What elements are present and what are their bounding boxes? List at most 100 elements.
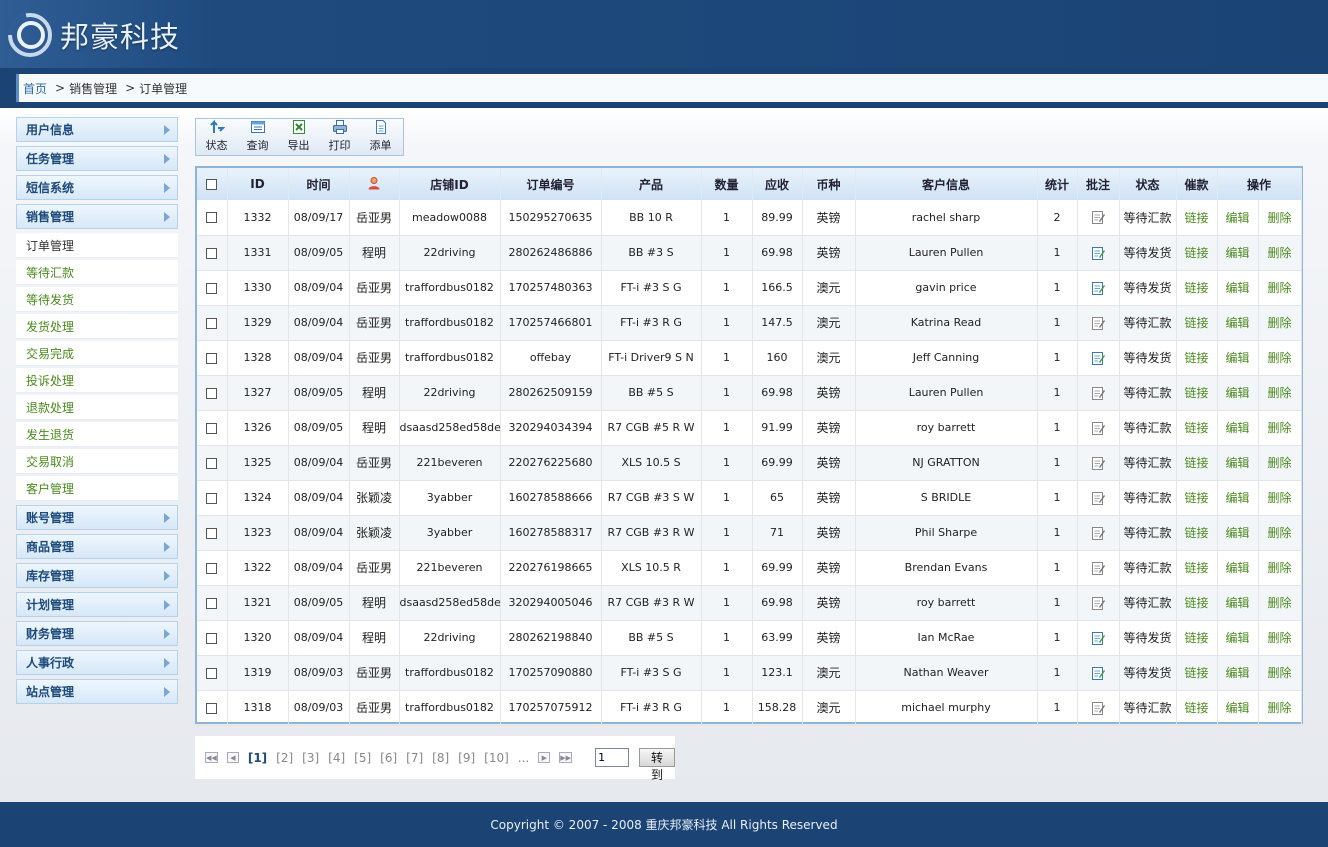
row-checkbox[interactable]	[206, 422, 218, 434]
note-edit-colored-icon[interactable]	[1090, 665, 1106, 681]
urge-link[interactable]: 链接	[1184, 316, 1208, 330]
urge-link[interactable]: 链接	[1184, 561, 1208, 575]
sidebar-subitem[interactable]: 交易完成	[16, 341, 178, 366]
edit-link[interactable]: 编辑	[1225, 281, 1249, 295]
table-row[interactable]: 1321 08/09/05 程明 dsaasd258ed58de 32029400504…	[197, 585, 1302, 621]
export-tool-button[interactable]: 导出	[278, 119, 319, 155]
delete-link[interactable]: 删除	[1268, 351, 1292, 365]
breadcrumb-level1[interactable]: 销售管理	[69, 80, 117, 97]
col-header-note[interactable]: 批注	[1077, 168, 1120, 200]
table-row[interactable]: 1324 08/09/04 张颖凌 3yabber 160278588666 R7 CGB…	[197, 480, 1302, 516]
edit-link[interactable]: 编辑	[1225, 701, 1249, 715]
delete-link[interactable]: 删除	[1268, 526, 1292, 540]
edit-link[interactable]: 编辑	[1225, 316, 1249, 330]
note-edit-colored-icon[interactable]	[1090, 630, 1106, 646]
edit-link[interactable]: 编辑	[1225, 491, 1249, 505]
note-edit-colored-icon[interactable]	[1090, 280, 1106, 296]
delete-link[interactable]: 删除	[1268, 561, 1292, 575]
page-link[interactable]: [9]	[458, 751, 475, 765]
breadcrumb-home-link[interactable]: 首页	[23, 80, 47, 97]
sidebar-menu-bottom_menus-3[interactable]: 计划管理	[16, 592, 178, 617]
urge-link[interactable]: 链接	[1184, 666, 1208, 680]
row-checkbox[interactable]	[206, 457, 218, 469]
urge-link[interactable]: 链接	[1184, 211, 1208, 225]
row-checkbox[interactable]	[206, 282, 218, 294]
delete-link[interactable]: 删除	[1268, 281, 1292, 295]
table-row[interactable]: 1329 08/09/04 岳亚男 traffordbus0182 1702574668…	[197, 305, 1302, 341]
row-checkbox[interactable]	[206, 702, 218, 714]
sidebar-menu-bottom_menus-2[interactable]: 库存管理	[16, 563, 178, 588]
edit-link[interactable]: 编辑	[1225, 421, 1249, 435]
select-all-header[interactable]	[197, 168, 228, 200]
delete-link[interactable]: 删除	[1268, 631, 1292, 645]
table-row[interactable]: 1319 08/09/03 岳亚男 traffordbus0182 1702570908…	[197, 655, 1302, 691]
page-link[interactable]: [8]	[432, 751, 449, 765]
note-edit-icon[interactable]	[1090, 560, 1106, 576]
col-header-order-no[interactable]: 订单编号	[500, 168, 602, 200]
logo[interactable]: 邦豪科技	[6, 10, 180, 60]
delete-link[interactable]: 删除	[1268, 666, 1292, 680]
page-number-input[interactable]	[595, 748, 630, 767]
row-checkbox[interactable]	[206, 632, 218, 644]
sidebar-menu-bottom_menus-5[interactable]: 人事行政	[16, 650, 178, 675]
delete-link[interactable]: 删除	[1268, 246, 1292, 260]
col-header-time[interactable]: 时间	[288, 168, 350, 200]
delete-link[interactable]: 删除	[1268, 596, 1292, 610]
edit-link[interactable]: 编辑	[1225, 631, 1249, 645]
print-tool-button[interactable]: 打印	[319, 119, 360, 155]
row-checkbox[interactable]	[206, 492, 218, 504]
row-checkbox[interactable]	[206, 527, 218, 539]
table-row[interactable]: 1327 08/09/05 程明 22driving 280262509159 BB #5…	[197, 375, 1302, 411]
edit-link[interactable]: 编辑	[1225, 456, 1249, 470]
row-checkbox[interactable]	[206, 387, 218, 399]
urge-link[interactable]: 链接	[1184, 596, 1208, 610]
note-edit-icon[interactable]	[1090, 455, 1106, 471]
col-header-stats[interactable]: 统计	[1037, 168, 1078, 200]
sidebar-menu-bottom_menus-0[interactable]: 账号管理	[16, 505, 178, 530]
col-header-currency[interactable]: 币种	[802, 168, 856, 200]
delete-link[interactable]: 删除	[1268, 701, 1292, 715]
sidebar-subitem[interactable]: 交易取消	[16, 449, 178, 474]
note-edit-icon[interactable]	[1090, 525, 1106, 541]
note-edit-icon[interactable]	[1090, 315, 1106, 331]
add-order-tool-button[interactable]: 添单	[360, 119, 401, 155]
sidebar-menu-top_menus-2[interactable]: 短信系统	[16, 175, 178, 200]
note-edit-colored-icon[interactable]	[1090, 350, 1106, 366]
sidebar-subitem[interactable]: 发货处理	[16, 314, 178, 339]
page-link[interactable]: [5]	[354, 751, 371, 765]
sidebar-subitem[interactable]: 等待发货	[16, 287, 178, 312]
table-row[interactable]: 1325 08/09/04 岳亚男 221beveren 220276225680 XLS…	[197, 445, 1302, 481]
col-header-status[interactable]: 状态	[1119, 168, 1177, 200]
page-link[interactable]: [1]	[248, 751, 267, 765]
row-checkbox[interactable]	[206, 597, 218, 609]
col-header-receivable[interactable]: 应收	[752, 168, 803, 200]
sidebar-menu-top_menus-3[interactable]: 销售管理	[16, 204, 178, 229]
edit-link[interactable]: 编辑	[1225, 596, 1249, 610]
status-tool-button[interactable]: 状态	[196, 119, 237, 155]
note-edit-icon[interactable]	[1090, 385, 1106, 401]
note-edit-colored-icon[interactable]	[1090, 245, 1106, 261]
col-header-id[interactable]: ID	[227, 168, 289, 200]
edit-link[interactable]: 编辑	[1225, 211, 1249, 225]
page-link[interactable]: [6]	[380, 751, 397, 765]
last-page-button[interactable]: ▶▶	[559, 752, 573, 763]
urge-link[interactable]: 链接	[1184, 701, 1208, 715]
urge-link[interactable]: 链接	[1184, 421, 1208, 435]
table-row[interactable]: 1328 08/09/04 岳亚男 traffordbus0182 offebay FT-…	[197, 340, 1302, 376]
page-link[interactable]: [3]	[302, 751, 319, 765]
page-link[interactable]: [7]	[406, 751, 423, 765]
page-link[interactable]: [10]	[484, 751, 509, 765]
urge-link[interactable]: 链接	[1184, 386, 1208, 400]
sidebar-subitem[interactable]: 退款处理	[16, 395, 178, 420]
edit-link[interactable]: 编辑	[1225, 246, 1249, 260]
note-edit-icon[interactable]	[1090, 209, 1106, 225]
delete-link[interactable]: 删除	[1268, 421, 1292, 435]
urge-link[interactable]: 链接	[1184, 631, 1208, 645]
sidebar-menu-bottom_menus-6[interactable]: 站点管理	[16, 679, 178, 704]
col-header-urge[interactable]: 催款	[1176, 168, 1218, 200]
col-header-shop-id[interactable]: 店铺ID	[399, 168, 501, 200]
urge-link[interactable]: 链接	[1184, 281, 1208, 295]
note-edit-icon[interactable]	[1090, 490, 1106, 506]
sidebar-subitem[interactable]: 客户管理	[16, 476, 178, 501]
row-checkbox[interactable]	[206, 247, 218, 259]
